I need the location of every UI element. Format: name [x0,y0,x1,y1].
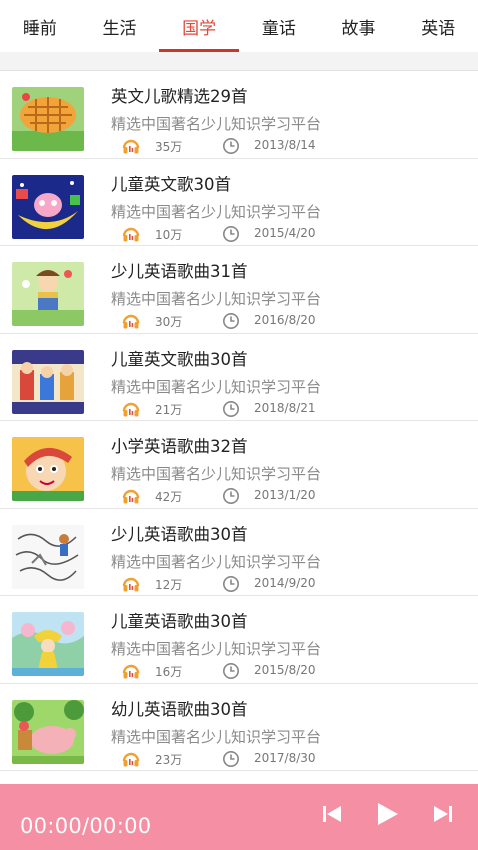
item-subtitle: 精选中国著名少儿知识学习平台 [111,377,322,396]
item-subtitle: 精选中国著名少儿知识学习平台 [111,115,322,133]
item-title: 少儿英语歌曲31首 [111,262,248,281]
publish-date: 2018/8/21 [254,400,316,415]
headphones-icon [122,662,140,680]
clock-icon [222,137,240,155]
player-bar: 00:00/00:00 [0,784,478,850]
list-item[interactable]: 少儿英语歌曲31首 精选中国著名少儿知识学习平台 30万 2016/8/20 [0,246,478,334]
headphones-icon [122,312,140,330]
item-subtitle: 精选中国著名少儿知识学习平台 [111,640,322,658]
clock-icon [222,400,240,418]
skip-previous-icon[interactable] [316,798,348,830]
play-count: 42万 [155,490,183,504]
list-item[interactable]: 少儿英语歌曲30首 精选中国著名少儿知识学习平台 12万 2014/9/20 [0,509,478,596]
item-subtitle: 精选中国著名少儿知识学习平台 [111,465,322,483]
list-item[interactable]: 儿童英语歌曲30首 精选中国著名少儿知识学习平台 16万 2015/8/20 [0,596,478,684]
list-item[interactable]: 小学英语歌曲32首 精选中国著名少儿知识学习平台 42万 2013/1/20 [0,421,478,509]
clock-icon [222,225,240,243]
headphones-icon [122,225,140,243]
album-thumbnail [12,524,84,589]
clock-icon [222,487,240,505]
publish-date: 2016/8/20 [254,313,316,327]
play-count: 16万 [155,665,183,679]
album-thumbnail [12,262,84,326]
publish-date: 2015/4/20 [254,225,316,240]
item-title: 幼儿英语歌曲30首 [111,699,248,719]
tabs-divider [0,52,478,71]
album-thumbnail [12,349,84,414]
playback-time: 00:00/00:00 [20,814,152,838]
headphones-icon [122,400,140,418]
list-item[interactable]: 儿童英文歌曲30首 精选中国著名少儿知识学习平台 21万 2018/8/21 [0,334,478,421]
play-count: 21万 [155,402,183,417]
album-thumbnail [12,612,84,676]
headphones-icon [122,487,140,505]
item-subtitle: 精选中国著名少儿知识学习平台 [111,202,322,221]
tab-sleep[interactable]: 睡前 [0,0,80,52]
headphones-icon [122,750,140,768]
publish-date: 2015/8/20 [254,663,316,677]
clock-icon [222,750,240,768]
item-title: 儿童英语歌曲30首 [111,612,248,631]
tab-fairy-tale[interactable]: 童话 [239,0,319,52]
album-thumbnail [12,174,84,239]
play-count: 30万 [155,315,183,329]
play-count: 23万 [155,752,183,767]
item-title: 小学英语歌曲32首 [111,437,248,456]
item-subtitle: 精选中国著名少儿知识学习平台 [111,290,322,308]
skip-next-icon[interactable] [427,798,459,830]
clock-icon [222,575,240,593]
album-thumbnail [12,699,84,764]
list-item[interactable]: 幼儿英语歌曲30首 精选中国著名少儿知识学习平台 23万 2017/8/30 [0,684,478,771]
tab-story[interactable]: 故事 [319,0,399,52]
headphones-icon [122,137,140,155]
item-title: 儿童英文歌30首 [111,174,231,194]
publish-date: 2013/8/14 [254,138,316,152]
tab-life[interactable]: 生活 [80,0,160,52]
clock-icon [222,662,240,680]
album-thumbnail [12,87,84,151]
item-subtitle: 精选中国著名少儿知识学习平台 [111,552,322,571]
item-title: 儿童英文歌曲30首 [111,349,248,369]
tab-guoxue[interactable]: 国学 [159,0,239,52]
item-title: 少儿英语歌曲30首 [111,524,248,544]
item-title: 英文儿歌精选29首 [111,87,248,106]
list-item[interactable]: 儿童英文歌30首 精选中国著名少儿知识学习平台 10万 2015/4/20 [0,159,478,246]
category-tab-bar: 睡前 生活 国学 童话 故事 英语 [0,0,478,52]
play-count: 10万 [155,227,183,242]
play-count: 12万 [155,577,183,592]
publish-date: 2013/1/20 [254,488,316,502]
song-list: 英文儿歌精选29首 精选中国著名少儿知识学习平台 35万 2013/8/14 儿… [0,71,478,771]
publish-date: 2014/9/20 [254,575,316,590]
publish-date: 2017/8/30 [254,750,316,765]
play-icon[interactable] [371,798,403,830]
play-count: 35万 [155,140,183,154]
item-subtitle: 精选中国著名少儿知识学习平台 [111,727,322,746]
list-item[interactable]: 英文儿歌精选29首 精选中国著名少儿知识学习平台 35万 2013/8/14 [0,71,478,159]
album-thumbnail [12,437,84,501]
headphones-icon [122,575,140,593]
tab-english[interactable]: 英语 [398,0,478,52]
clock-icon [222,312,240,330]
